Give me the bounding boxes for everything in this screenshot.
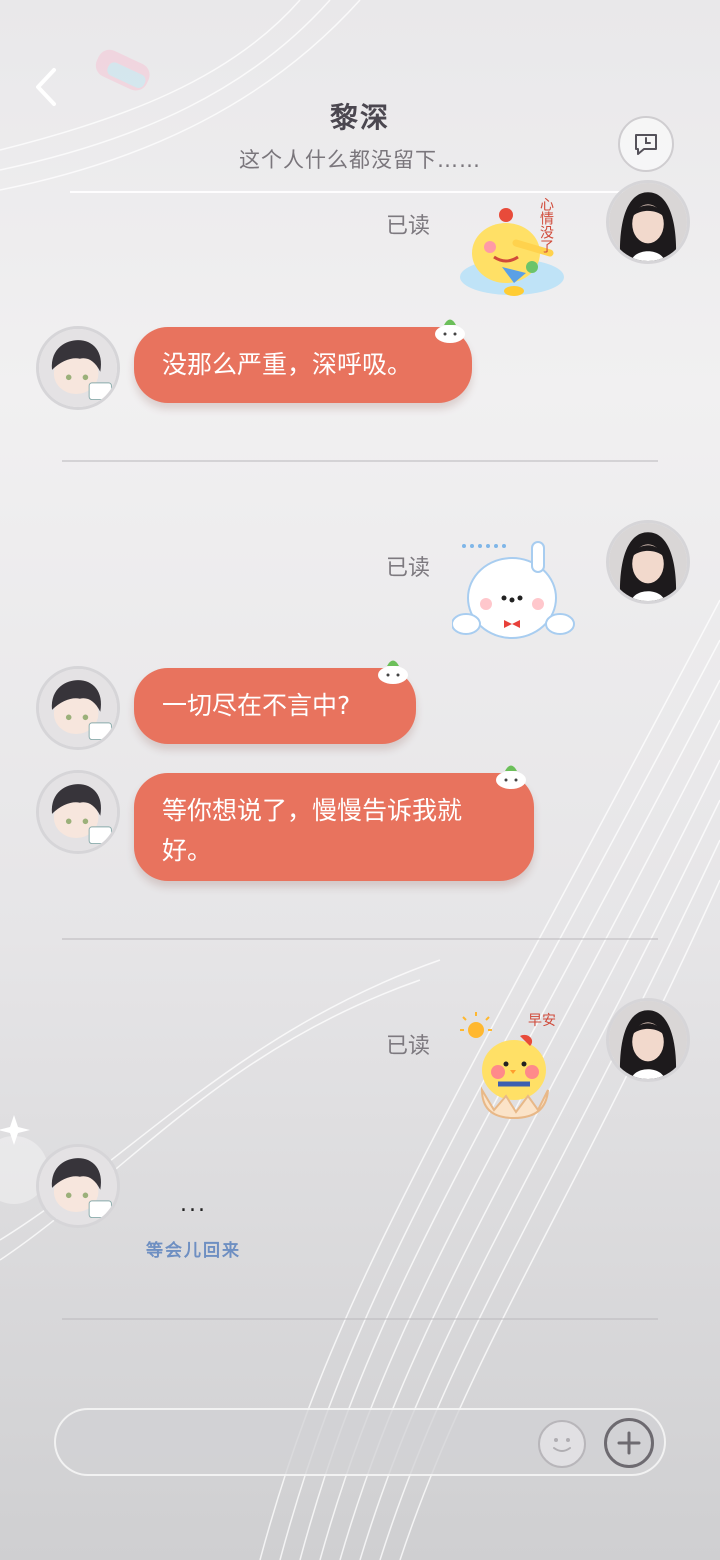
chat-header: 黎深 这个人什么都没留下…… — [0, 0, 720, 195]
good-morning-chick-sticker[interactable]: 早安 — [460, 1010, 564, 1122]
message-bubble[interactable]: 等你想说了，慢慢告诉我就好。 — [134, 773, 534, 881]
sticker-caption: 早安 — [528, 1013, 556, 1029]
smiley-icon — [553, 1438, 571, 1452]
contact-signature: 这个人什么都没留下…… — [239, 148, 481, 172]
emoji-button[interactable] — [538, 1420, 586, 1468]
message-text: 没那么严重，深呼吸。 — [162, 350, 413, 379]
my-avatar[interactable] — [606, 520, 690, 604]
contact-avatar[interactable] — [36, 770, 120, 854]
radish-decoration-icon — [496, 765, 526, 789]
contact-avatar[interactable] — [36, 326, 120, 410]
snowman-sticker[interactable] — [451, 538, 576, 648]
message-text: 等你想说了，慢慢告诉我就好。 — [162, 796, 463, 865]
radish-decoration-icon — [378, 660, 408, 684]
my-avatar[interactable] — [606, 998, 690, 1082]
message-bubble[interactable]: 没那么严重，深呼吸。 — [134, 327, 472, 403]
plus-icon — [617, 1431, 641, 1455]
message-clock-icon — [635, 134, 657, 155]
divider — [62, 460, 658, 462]
my-avatar[interactable] — [606, 180, 690, 264]
contact-avatar[interactable] — [36, 666, 120, 750]
crying-chick-sticker[interactable]: 心情没了 — [454, 195, 578, 303]
divider — [62, 1318, 658, 1320]
read-status: 已读 — [386, 556, 431, 581]
read-status: 已读 — [386, 214, 431, 239]
away-status-label: 等会儿回来 — [146, 1241, 241, 1261]
contact-name: 黎深 — [329, 101, 390, 134]
header-divider — [70, 191, 650, 193]
read-status: 已读 — [386, 1034, 431, 1059]
more-options-button[interactable] — [604, 1418, 654, 1468]
radish-decoration-icon — [435, 319, 465, 343]
chat-history-button[interactable] — [618, 116, 674, 172]
contact-avatar[interactable] — [36, 1144, 120, 1228]
divider — [62, 938, 658, 940]
sticker-caption: 心情没了 — [538, 197, 554, 253]
message-text: 一切尽在不言中? — [162, 691, 351, 720]
typing-indicator: ... — [180, 1192, 207, 1217]
message-bubble[interactable]: 一切尽在不言中? — [134, 668, 416, 744]
